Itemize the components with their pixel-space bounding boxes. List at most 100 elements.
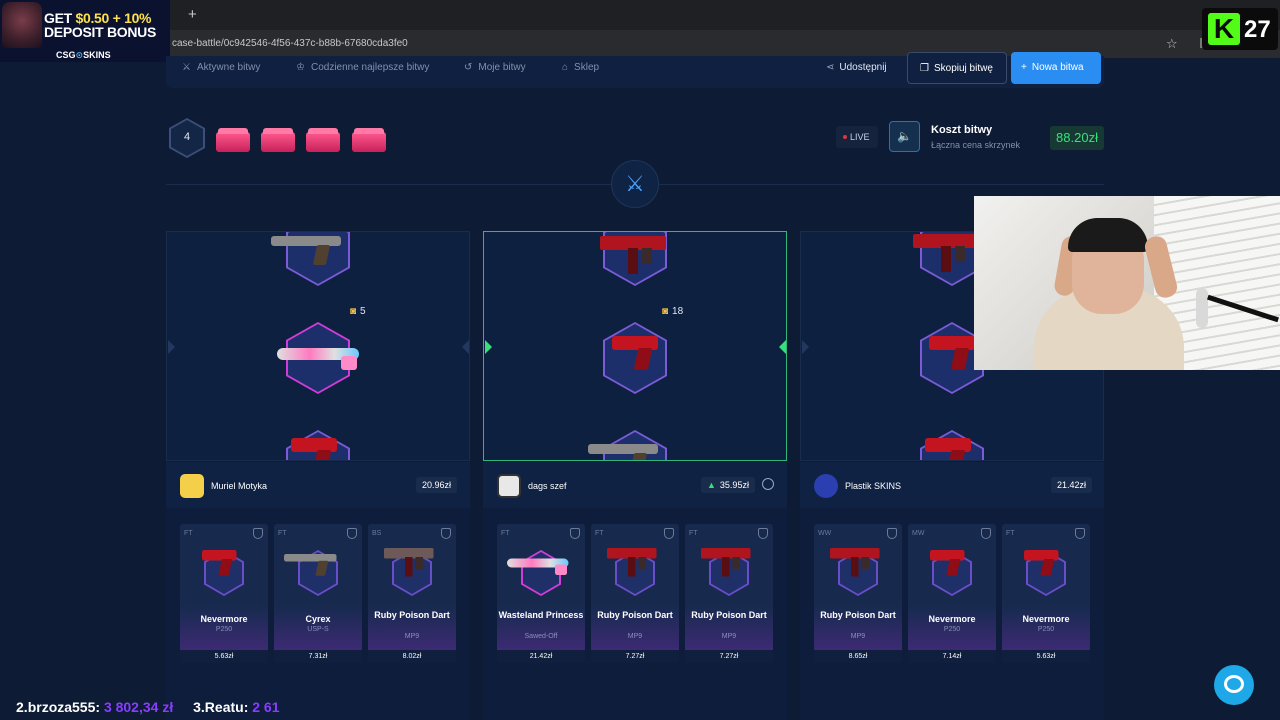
promo-brand-logo: CSG⊙SKINS bbox=[56, 50, 111, 60]
item-name: Nevermore bbox=[1022, 614, 1070, 624]
spinner-column-2 bbox=[483, 231, 787, 461]
sound-toggle-button[interactable]: 🔈 bbox=[889, 121, 920, 152]
shield-icon[interactable] bbox=[570, 528, 580, 539]
promo-line-2: DEPOSIT BONUS bbox=[44, 24, 157, 40]
copy-icon: ❐ bbox=[920, 63, 929, 74]
item-wear: BS bbox=[372, 530, 382, 537]
live-badge: LIVE bbox=[836, 126, 878, 148]
case-icon[interactable] bbox=[306, 128, 340, 152]
nav-active-battles[interactable]: ⚔ Aktywne bitwy bbox=[182, 62, 260, 73]
new-battle-button[interactable]: + Nowa bitwa bbox=[1011, 52, 1101, 84]
item-wear: FT bbox=[595, 530, 604, 537]
crossed-swords-icon: ⚔ bbox=[611, 160, 659, 208]
shield-icon[interactable] bbox=[253, 528, 263, 539]
avatar[interactable] bbox=[497, 474, 521, 498]
shield-icon[interactable] bbox=[441, 528, 451, 539]
leaderboard-rank: 3. bbox=[193, 699, 205, 715]
headphones-icon bbox=[1068, 218, 1148, 252]
spinner-arrow-left-icon bbox=[802, 340, 809, 354]
item-price: 7.31zł bbox=[274, 650, 362, 663]
item-price: 7.27zł bbox=[591, 650, 679, 663]
spinner-ticket-count: ◙ 18 bbox=[662, 306, 684, 317]
item-name: Wasteland Princess bbox=[498, 610, 584, 620]
item-type: MP9 bbox=[404, 633, 420, 640]
avatar[interactable] bbox=[814, 474, 838, 498]
item-type: P250 bbox=[943, 626, 961, 633]
shield-icon[interactable] bbox=[758, 528, 768, 539]
item-card[interactable]: FT Wasteland Princess Sawed-Off 21.42zł bbox=[497, 524, 585, 663]
leaderboard-rank: 2. bbox=[16, 699, 28, 715]
battle-cost-subtitle: Łączna cena skrzynek bbox=[931, 140, 1021, 150]
item-card[interactable]: MW Nevermore P250 7.14zł bbox=[908, 524, 996, 663]
player-name[interactable]: Plastik SKINS bbox=[845, 481, 901, 491]
item-wear: FT bbox=[184, 530, 193, 537]
shield-icon[interactable] bbox=[1075, 528, 1085, 539]
leaderboard-amount: 2 61 bbox=[252, 699, 280, 715]
item-name: Ruby Poison Dart bbox=[691, 610, 767, 620]
avatar[interactable] bbox=[180, 474, 204, 498]
plus-icon: + bbox=[1021, 62, 1027, 73]
item-card[interactable]: FT Nevermore P250 5.63zł bbox=[1002, 524, 1090, 663]
item-card[interactable]: WW Ruby Poison Dart MP9 8.65zł bbox=[814, 524, 902, 663]
ticket-icon: ◙ bbox=[350, 306, 357, 317]
battle-cost-value: 88.20zł bbox=[1050, 126, 1104, 150]
item-name: Ruby Poison Dart bbox=[820, 610, 896, 620]
spinner-ticket-count: ◙ 5 bbox=[350, 306, 366, 317]
nav-daily-top-battles[interactable]: ♔ Codzienne najlepsze bitwy bbox=[296, 62, 429, 73]
player-row: Muriel Motyka 20.96zł bbox=[166, 462, 470, 508]
rounds-badge: 4 bbox=[169, 118, 205, 158]
item-name: Ruby Poison Dart bbox=[374, 610, 450, 620]
support-chat-button[interactable] bbox=[1214, 665, 1254, 705]
case-icon[interactable] bbox=[216, 128, 250, 152]
item-card[interactable]: FT Cyrex USP-S 7.31zł bbox=[274, 524, 362, 663]
shield-icon[interactable] bbox=[664, 528, 674, 539]
item-price: 8.02zł bbox=[368, 650, 456, 663]
item-card[interactable]: FT Ruby Poison Dart MP9 7.27zł bbox=[591, 524, 679, 663]
item-type: Sawed-Off bbox=[524, 633, 558, 640]
history-icon: ↺ bbox=[464, 62, 473, 73]
item-price: 7.27zł bbox=[685, 650, 773, 663]
ticket-icon: ◙ bbox=[662, 306, 669, 317]
item-wear: FT bbox=[501, 530, 510, 537]
case-icon[interactable] bbox=[261, 128, 295, 152]
trophy-icon: ♔ bbox=[296, 62, 305, 73]
shield-icon[interactable] bbox=[347, 528, 357, 539]
case-icon[interactable] bbox=[352, 128, 386, 152]
nav-shop[interactable]: ⌂ Sklep bbox=[562, 62, 599, 73]
item-wear: FT bbox=[1006, 530, 1015, 537]
share-button[interactable]: ⋖ Udostępnij bbox=[826, 62, 887, 73]
item-wear: WW bbox=[818, 530, 832, 537]
item-type: MP9 bbox=[627, 633, 643, 640]
address-url[interactable]: case-battle/0c942546-4f56-437c-b88b-6768… bbox=[172, 38, 408, 49]
shield-icon[interactable] bbox=[887, 528, 897, 539]
spinner-arrow-left-icon bbox=[168, 340, 175, 354]
item-price: 5.63zł bbox=[180, 650, 268, 663]
caret-up-icon: ▲ bbox=[707, 480, 716, 490]
item-card[interactable]: FT Nevermore P250 5.63zł bbox=[180, 524, 268, 663]
item-name: Cyrex bbox=[305, 614, 331, 624]
item-type: USP-S bbox=[307, 626, 329, 633]
speaker-icon: 🔈 bbox=[897, 129, 912, 143]
item-card[interactable]: FT Ruby Poison Dart MP9 7.27zł bbox=[685, 524, 773, 663]
live-dot-icon bbox=[843, 135, 847, 139]
copy-battle-button[interactable]: ❐ Skopiuj bitwę bbox=[907, 52, 1007, 84]
spinner-arrow-right-icon bbox=[779, 340, 786, 354]
spinner-slot-selected bbox=[603, 322, 667, 394]
new-tab-button[interactable]: + bbox=[188, 6, 197, 23]
nav-my-battles[interactable]: ↺ Moje bitwy bbox=[464, 62, 526, 73]
item-price: 5.63zł bbox=[1002, 650, 1090, 663]
player-name[interactable]: Muriel Motyka bbox=[211, 481, 267, 491]
shield-icon[interactable] bbox=[981, 528, 991, 539]
player-total-value: 20.96zł bbox=[416, 477, 458, 493]
shop-icon: ⌂ bbox=[562, 62, 569, 73]
item-name: Ruby Poison Dart bbox=[597, 610, 673, 620]
item-type: MP9 bbox=[850, 633, 866, 640]
item-type: P250 bbox=[215, 626, 233, 633]
spinner-column-1 bbox=[166, 231, 470, 461]
browser-tab-bar: + bbox=[0, 0, 1280, 30]
emoji-icon[interactable] bbox=[762, 478, 774, 490]
swords-icon: ⚔ bbox=[182, 62, 191, 73]
player-name[interactable]: dags szef bbox=[528, 481, 567, 491]
bookmark-star-icon[interactable]: ☆ bbox=[1166, 36, 1178, 52]
item-card[interactable]: BS Ruby Poison Dart MP9 8.02zł bbox=[368, 524, 456, 663]
